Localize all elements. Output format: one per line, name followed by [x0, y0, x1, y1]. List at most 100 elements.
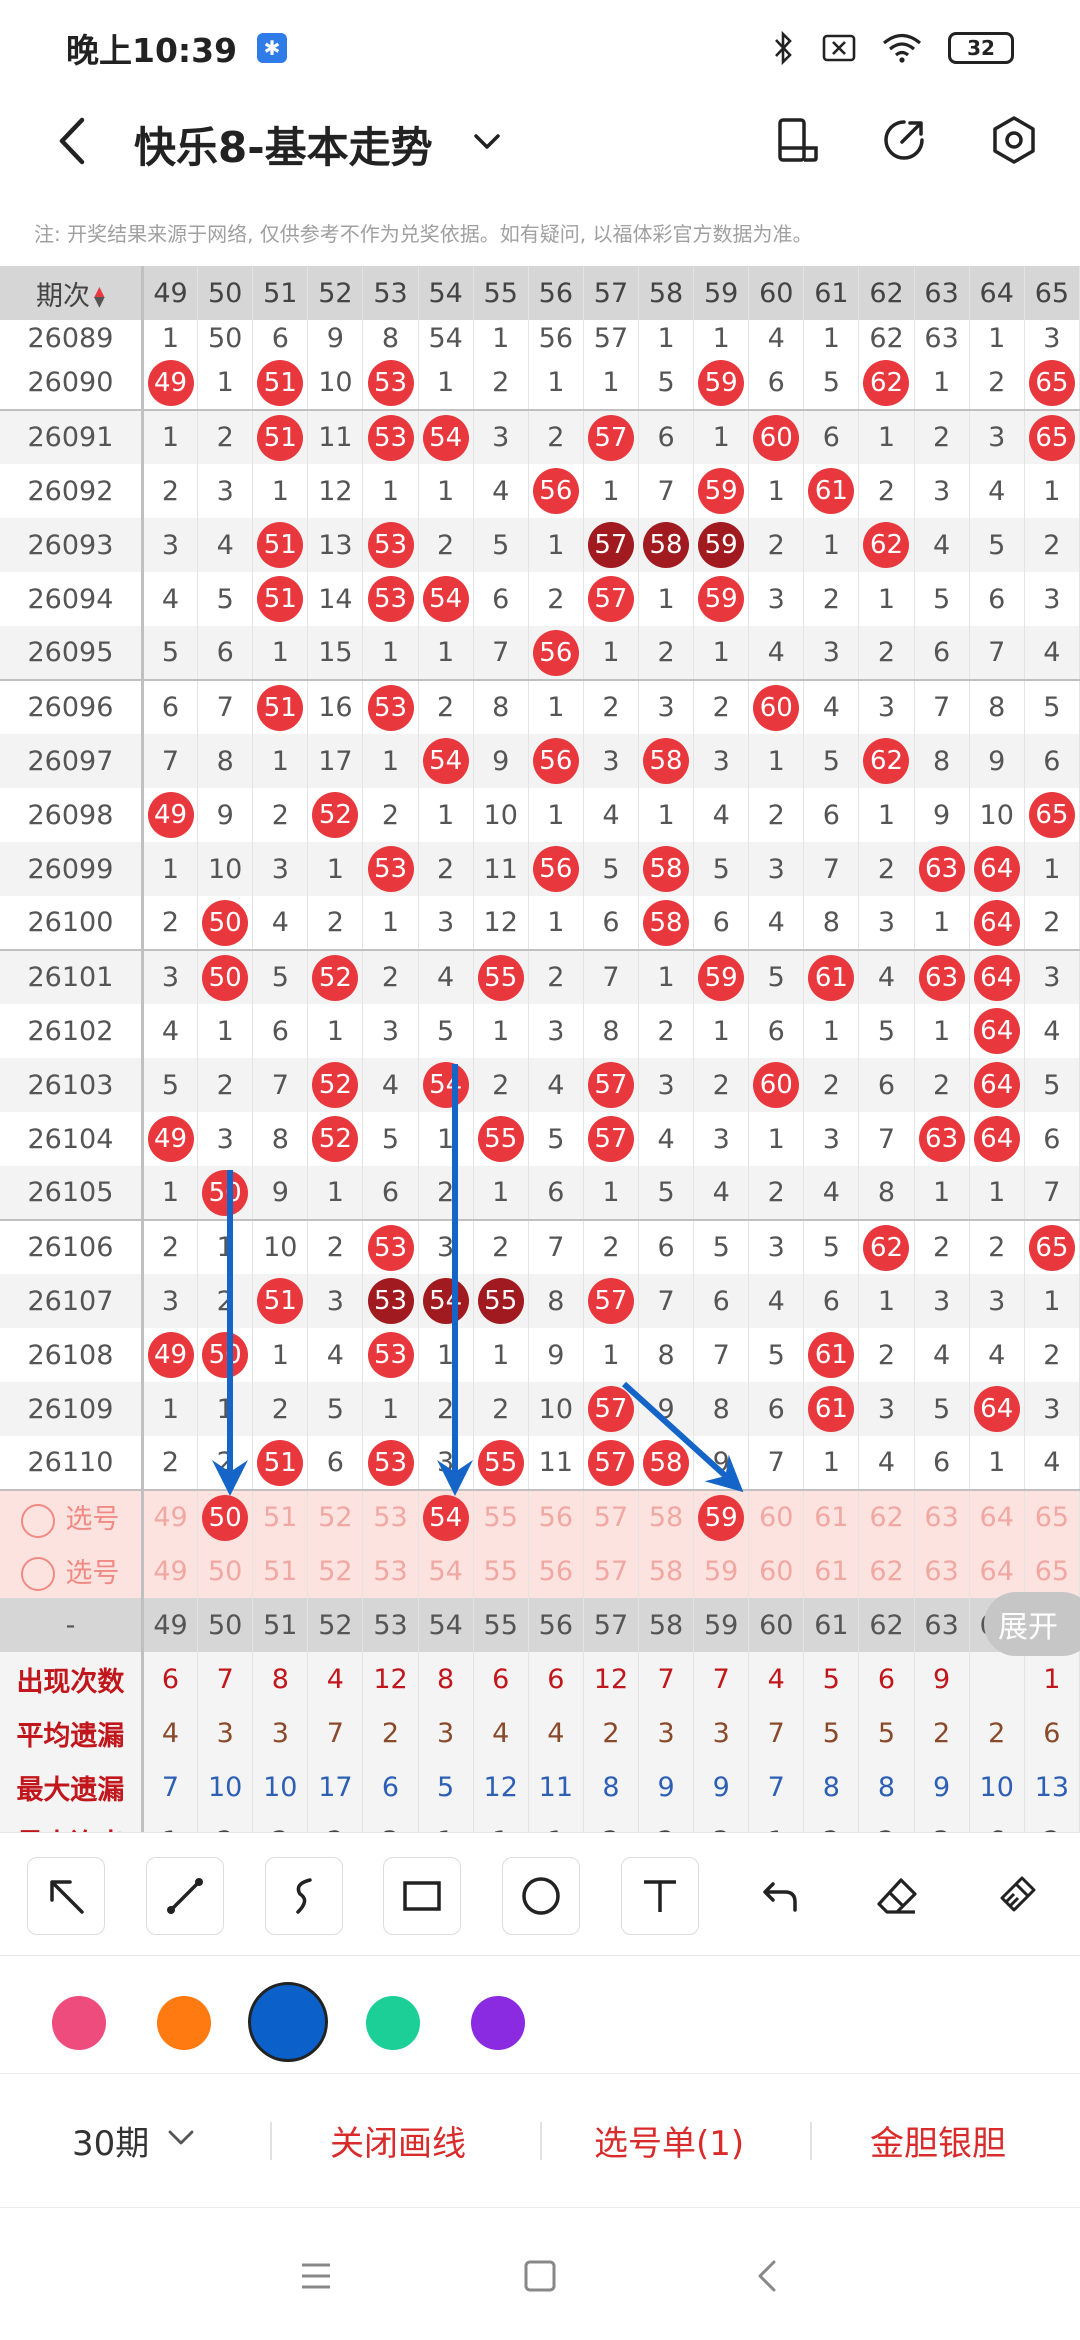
text-tool-button[interactable] — [621, 1857, 699, 1935]
selectable-number[interactable]: 60 — [748, 1544, 805, 1598]
selectable-number[interactable]: 54 — [418, 1544, 474, 1598]
selectable-number[interactable]: 63 — [914, 1489, 970, 1544]
line-tool-button[interactable] — [146, 1857, 224, 1935]
number-column-header[interactable]: 49 — [142, 266, 199, 320]
number-column-header[interactable]: 52 — [307, 266, 364, 320]
share-icon[interactable] — [878, 114, 930, 166]
number-column-header[interactable]: 65 — [1024, 266, 1080, 320]
expand-button[interactable]: 展开 — [984, 1592, 1080, 1656]
number-cell: 1 — [142, 1166, 199, 1220]
selectable-number[interactable]: 58 — [638, 1489, 695, 1544]
color-swatch-pink[interactable] — [52, 1996, 106, 2050]
rectangle-tool-button[interactable] — [383, 1857, 461, 1935]
undo-button[interactable] — [740, 1857, 818, 1935]
clear-all-button[interactable] — [977, 1857, 1055, 1935]
select-circle-icon[interactable] — [21, 1503, 56, 1538]
number-column-header[interactable]: 59 — [693, 266, 750, 320]
select-circle-icon[interactable] — [21, 1557, 56, 1592]
selected-number-ball[interactable]: 54 — [422, 1494, 469, 1541]
circle-tool-button[interactable] — [502, 1857, 580, 1935]
selectable-number[interactable]: 57 — [583, 1544, 640, 1598]
selectable-number[interactable]: 60 — [748, 1489, 805, 1544]
selectable-number[interactable]: 57 — [583, 1489, 640, 1544]
selectable-number[interactable]: 61 — [803, 1544, 860, 1598]
chevron-down-icon[interactable] — [166, 2122, 196, 2152]
number-cell: 61 — [803, 464, 860, 518]
selectable-number[interactable]: 52 — [307, 1544, 364, 1598]
number-cell: 5 — [748, 1328, 805, 1382]
back-arrow-icon[interactable] — [52, 116, 92, 166]
selectable-number[interactable]: 55 — [473, 1489, 529, 1544]
selectable-number[interactable]: 65 — [1024, 1544, 1080, 1598]
close-lines-button[interactable]: 关闭画线 — [330, 2116, 466, 2165]
selectable-number[interactable]: 63 — [914, 1544, 970, 1598]
back-icon[interactable] — [748, 2256, 788, 2296]
selectable-number[interactable]: 53 — [362, 1544, 419, 1598]
number-column-header[interactable]: 63 — [914, 266, 970, 320]
trend-table[interactable]: 期次 ▲ ▼ 49 50 51 52 53 54 55 56 57 58 59 60 61 62 63 64 65 26… — [0, 266, 1080, 1832]
menu-icon[interactable] — [296, 2256, 336, 2296]
page-title[interactable]: 快乐8-基本走势 — [134, 114, 433, 175]
number-column-header[interactable]: 60 — [748, 266, 805, 320]
number-column-header[interactable]: 54 — [418, 266, 474, 320]
selectable-number[interactable]: 61 — [803, 1489, 860, 1544]
color-swatch-green[interactable] — [366, 1996, 420, 2050]
selectable-number[interactable]: 56 — [528, 1489, 584, 1544]
selectable-number[interactable]: 55 — [473, 1544, 529, 1598]
chevron-down-icon[interactable] — [472, 122, 502, 162]
number-column-header[interactable]: 50 — [197, 266, 254, 320]
selectable-number[interactable]: 64 — [969, 1489, 1025, 1544]
selected-number-ball[interactable]: 59 — [698, 1494, 745, 1541]
settings-icon[interactable] — [988, 114, 1040, 166]
number-column-header[interactable]: 64 — [969, 266, 1025, 320]
curve-tool-button[interactable] — [265, 1857, 343, 1935]
selectable-number[interactable]: 54 — [418, 1489, 474, 1544]
arrow-tool-button[interactable] — [27, 1857, 105, 1935]
selection-label-cell[interactable]: 选号 — [0, 1544, 144, 1598]
selectable-number[interactable]: 49 — [142, 1489, 199, 1544]
selectable-number[interactable]: 53 — [362, 1489, 419, 1544]
eraser-button[interactable] — [858, 1857, 936, 1935]
number-cell: 64 — [969, 1004, 1025, 1058]
selectable-number[interactable]: 62 — [858, 1544, 915, 1598]
phone-layout-icon[interactable] — [772, 114, 824, 166]
number-cell: 54 — [418, 1274, 474, 1328]
number-column-header[interactable]: 62 — [858, 266, 915, 320]
color-swatch-purple[interactable] — [471, 1996, 525, 2050]
number-column-header[interactable]: 57 — [583, 266, 640, 320]
selectable-number[interactable]: 58 — [638, 1544, 695, 1598]
gold-silver-button[interactable]: 金胆银胆 — [870, 2116, 1006, 2165]
number-column-header[interactable]: 56 — [528, 266, 584, 320]
selectable-number[interactable]: 50 — [197, 1489, 254, 1544]
selected-number-ball[interactable]: 50 — [202, 1494, 249, 1541]
number-cell: 10 — [528, 1382, 584, 1436]
period-column-header[interactable]: 期次 ▲ ▼ — [0, 266, 144, 320]
selection-row[interactable]: 选号 49 50 51 52 53 54 55 56 57 58 59 60 61 62 63 64 65 — [0, 1489, 1080, 1544]
selectable-number[interactable]: 52 — [307, 1489, 364, 1544]
selectable-number[interactable]: 51 — [252, 1544, 309, 1598]
number-column-header[interactable]: 55 — [473, 266, 529, 320]
home-icon[interactable] — [520, 2256, 560, 2296]
color-swatch-blue[interactable] — [248, 1982, 328, 2062]
selection-label-cell[interactable]: 选号 — [0, 1489, 144, 1544]
broom-icon — [1000, 1876, 1036, 1912]
number-column-header[interactable]: 61 — [803, 266, 860, 320]
color-swatch-orange[interactable] — [157, 1996, 211, 2050]
selectable-number[interactable]: 65 — [1024, 1489, 1080, 1544]
selection-row[interactable]: 选号 49 50 51 52 53 54 55 56 57 58 59 60 61 62 63 64 65 — [0, 1544, 1080, 1598]
selectable-number[interactable]: 62 — [858, 1489, 915, 1544]
selectable-number[interactable]: 50 — [197, 1544, 254, 1598]
selectable-number[interactable]: 64 — [969, 1544, 1025, 1598]
number-column-header[interactable]: 51 — [252, 266, 309, 320]
number-column-header[interactable]: 53 — [362, 266, 419, 320]
selectable-number[interactable]: 59 — [693, 1489, 750, 1544]
number-cell: 2 — [252, 1382, 309, 1436]
selectable-number[interactable]: 49 — [142, 1544, 199, 1598]
selectable-number[interactable]: 59 — [693, 1544, 750, 1598]
period-selector[interactable]: 30期 — [72, 2116, 149, 2165]
selectable-number[interactable]: 56 — [528, 1544, 584, 1598]
selection-list-button[interactable]: 选号单(1) — [594, 2116, 744, 2165]
number-column-header[interactable]: 58 — [638, 266, 695, 320]
sort-icon[interactable]: ▲ ▼ — [94, 285, 105, 309]
selectable-number[interactable]: 51 — [252, 1489, 309, 1544]
